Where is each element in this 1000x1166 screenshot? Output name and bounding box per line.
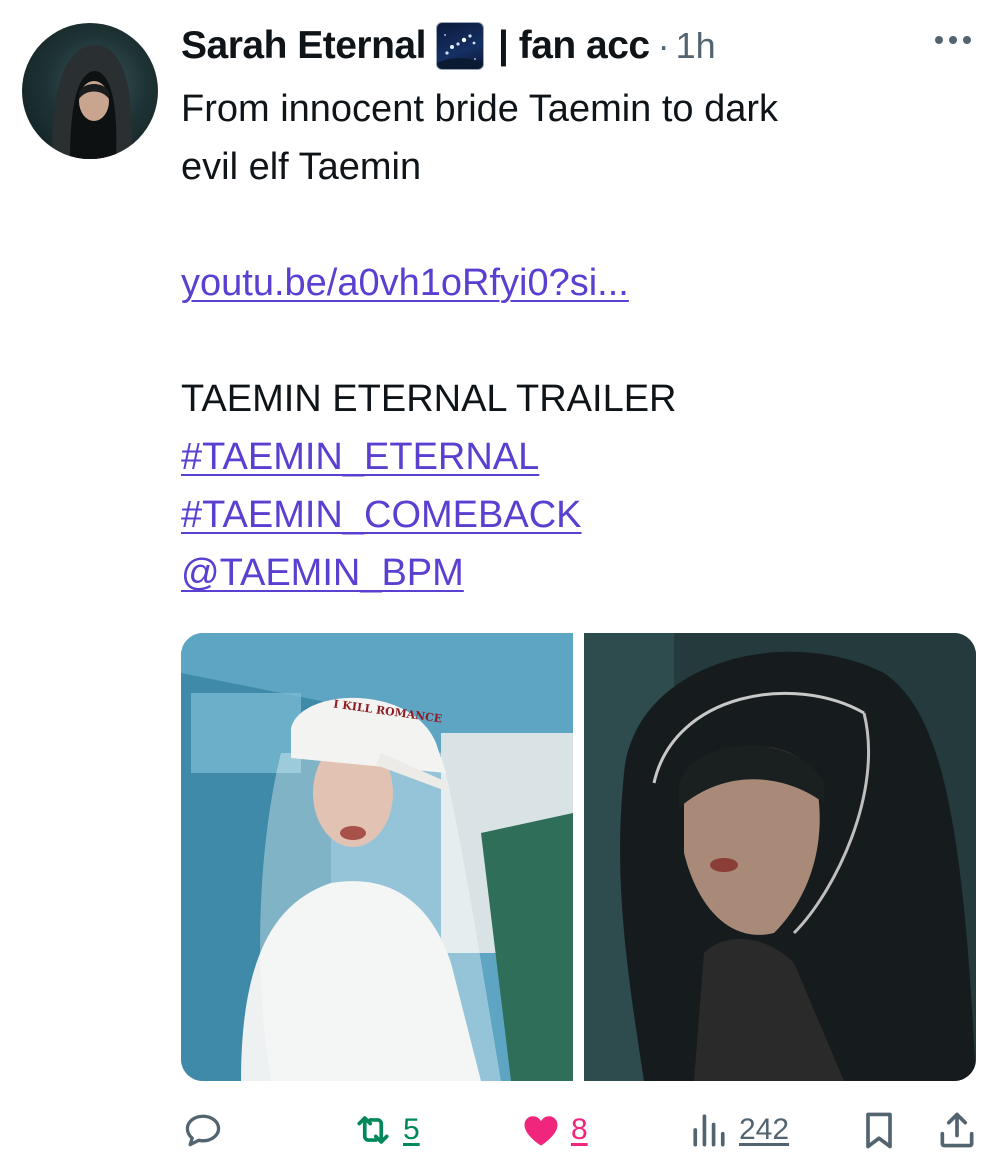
tweet-text-line-1: From innocent bride Taemin to dark — [181, 88, 779, 130]
reply-button[interactable] — [181, 1108, 225, 1152]
avatar[interactable] — [22, 23, 158, 159]
retweet-count: 5 — [403, 1113, 420, 1146]
views-button[interactable]: 242 — [687, 1108, 789, 1152]
tweet-header: Sarah Eternal | fan acc · 1h — [181, 18, 980, 74]
share-button[interactable] — [935, 1108, 979, 1152]
display-name[interactable]: Sarah Eternal — [181, 24, 426, 68]
more-dots-icon[interactable] — [928, 20, 978, 60]
retweet-button[interactable]: 5 — [351, 1108, 420, 1152]
reply-icon — [185, 1114, 221, 1147]
like-button[interactable]: 8 — [519, 1108, 588, 1152]
media-image-bride[interactable]: I KILL ROMANCE — [181, 633, 573, 1081]
tweet-text-line-2: evil elf Taemin — [181, 146, 422, 188]
views-count: 242 — [739, 1113, 790, 1146]
trailer-title: TAEMIN ETERNAL TRAILER — [181, 378, 677, 420]
bookmark-button[interactable] — [857, 1108, 901, 1152]
tweet-text: From innocent bride Taemin to dark evil … — [181, 80, 981, 602]
media-image-dark-elf[interactable] — [584, 633, 976, 1081]
tweet-actions: 5 8 242 — [181, 1100, 980, 1160]
tweet-media: I KILL ROMANCE — [181, 633, 976, 1081]
night-sky-emoji-icon — [435, 22, 484, 70]
name-suffix: | fan acc — [497, 24, 650, 67]
share-icon — [940, 1112, 974, 1148]
like-count: 8 — [571, 1113, 588, 1146]
views-icon — [693, 1114, 725, 1147]
youtube-link[interactable]: youtu.be/a0vh1oRfyi0?si... — [181, 262, 629, 304]
timestamp[interactable]: 1h — [676, 25, 716, 67]
heart-icon — [524, 1116, 558, 1146]
hashtag-taemin-eternal[interactable]: #TAEMIN_ETERNAL — [181, 436, 539, 478]
avatar-image — [52, 45, 133, 159]
bookmark-icon — [866, 1112, 892, 1149]
time-separator: · — [657, 25, 670, 66]
retweet-icon — [357, 1116, 389, 1144]
mention-taemin-bpm[interactable]: @TAEMIN_BPM — [181, 552, 464, 594]
hashtag-taemin-comeback[interactable]: #TAEMIN_COMEBACK — [181, 494, 581, 536]
